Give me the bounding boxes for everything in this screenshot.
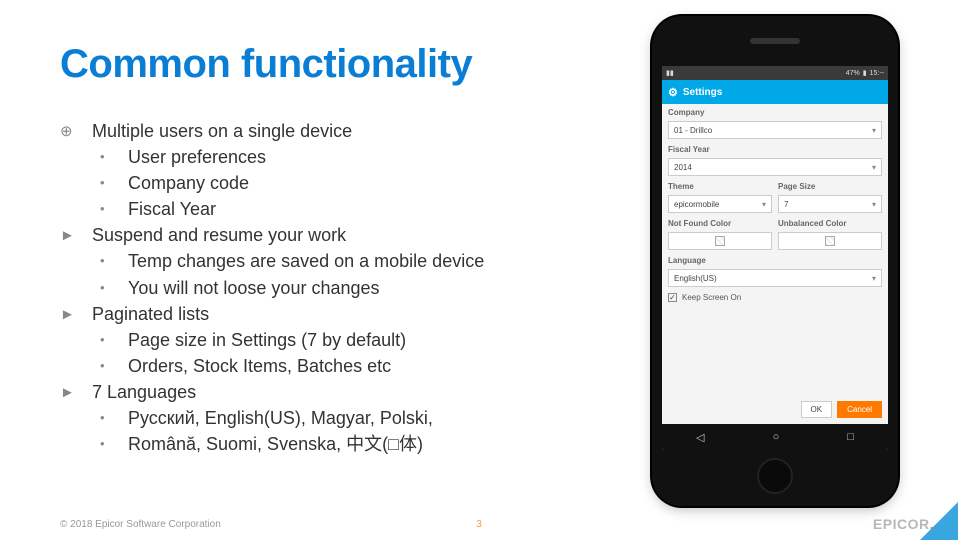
label-not-found-color: Not Found Color [668,215,772,230]
bullet-marker-triangle-icon: ► [60,379,92,404]
sub-bullet: •Page size in Settings (7 by default) [60,327,600,353]
phone-mockup: ▮▮ 47% ▮ 15:-- ⚙ Settings Company 01 - D… [652,16,898,506]
bullet-text: Paginated lists [92,301,600,327]
corner-accent [920,502,958,540]
page-number: 3 [476,519,482,530]
sub-bullet-text: User preferences [128,144,600,170]
sub-bullet: •Temp changes are saved on a mobile devi… [60,248,600,274]
label-unbalanced-color: Unbalanced Color [778,215,882,230]
sub-bullet-text: Română, Suomi, Svenska, 中文(□体) [128,431,600,457]
keep-screen-on-label: Keep Screen On [682,293,741,302]
android-nav-bar: ◁ ○ □ [662,424,888,450]
sub-bullet-text: Temp changes are saved on a mobile devic… [128,248,600,274]
chevron-down-icon: ▾ [872,163,876,172]
slide: Common functionality ⊕ Multiple users on… [0,0,958,540]
theme-value: epicormobile [674,200,719,209]
slide-footer: © 2018 Epicor Software Corporation 3 EPI… [0,508,958,540]
dot-icon: • [100,144,128,167]
dot-icon: • [100,353,128,376]
recent-icon[interactable]: □ [847,431,854,443]
button-row: OK Cancel [801,401,882,418]
sub-bullet-text: Company code [128,170,600,196]
sub-bullet-text: Page size in Settings (7 by default) [128,327,600,353]
dot-icon: • [100,327,128,350]
dot-icon: • [100,275,128,298]
unbalanced-color-picker[interactable] [778,232,882,250]
bullet-marker-triangle-icon: ► [60,301,92,326]
label-language: Language [662,252,888,267]
battery-icon: ▮ [863,69,867,77]
signal-icon: ▮▮ [666,69,674,77]
chevron-down-icon: ▾ [872,200,876,209]
chevron-down-icon: ▾ [762,200,766,209]
app-header-title: Settings [683,87,722,98]
phone-earpiece [750,38,800,44]
phone-home-button [757,458,793,494]
phone-home-area [652,456,898,496]
sub-bullet: •Română, Suomi, Svenska, 中文(□体) [60,431,600,457]
bullet-item: ► Suspend and resume your work [60,222,600,248]
fiscal-year-select[interactable]: 2014 ▾ [668,158,882,176]
page-title: Common functionality [60,42,472,87]
not-found-color-picker[interactable] [668,232,772,250]
sub-bullet: •You will not loose your changes [60,275,600,301]
copyright: © 2018 Epicor Software Corporation [60,519,221,530]
bullet-text: Multiple users on a single device [92,118,600,144]
sub-bullet: •Fiscal Year [60,196,600,222]
language-select[interactable]: English(US) ▾ [668,269,882,287]
dot-icon: • [100,431,128,454]
company-select[interactable]: 01 - Drillco ▾ [668,121,882,139]
label-page-size: Page Size [778,178,882,193]
chevron-down-icon: ▾ [872,126,876,135]
back-icon[interactable]: ◁ [696,431,704,444]
fiscal-year-value: 2014 [674,163,692,172]
label-theme: Theme [668,178,772,193]
status-bar-right: 47% ▮ 15:-- [846,69,884,77]
label-company: Company [662,104,888,119]
status-bar-left: ▮▮ [666,69,674,77]
home-icon[interactable]: ○ [773,431,780,443]
checkbox-icon: ✓ [668,293,677,302]
bullet-item: ► Paginated lists [60,301,600,327]
sub-bullet: •User preferences [60,144,600,170]
theme-select[interactable]: epicormobile ▾ [668,195,772,213]
dot-icon: • [100,196,128,219]
cancel-button[interactable]: Cancel [837,401,882,418]
bullet-text: 7 Languages [92,379,600,405]
dot-icon: • [100,170,128,193]
dot-icon: • [100,248,128,271]
ok-button[interactable]: OK [801,401,833,418]
page-size-value: 7 [784,200,788,209]
clock: 15:-- [870,70,884,77]
sub-bullet-text: Русский, English(US), Magyar, Polski, [128,405,600,431]
slide-content: ⊕ Multiple users on a single device •Use… [60,118,600,457]
sub-bullet-text: Fiscal Year [128,196,600,222]
color-swatch-icon [715,236,725,246]
page-size-select[interactable]: 7 ▾ [778,195,882,213]
battery-level: 47% [846,70,860,77]
dot-icon: • [100,405,128,428]
phone-screen: ▮▮ 47% ▮ 15:-- ⚙ Settings Company 01 - D… [662,66,888,450]
sub-bullet-text: You will not loose your changes [128,275,600,301]
bullet-marker-circle-plus-icon: ⊕ [60,118,92,143]
bullet-marker-triangle-icon: ► [60,222,92,247]
sub-bullet: •Company code [60,170,600,196]
app-header: ⚙ Settings [662,80,888,104]
bullet-text: Suspend and resume your work [92,222,600,248]
sub-bullet-text: Orders, Stock Items, Batches etc [128,353,600,379]
status-bar: ▮▮ 47% ▮ 15:-- [662,66,888,80]
language-value: English(US) [674,274,717,283]
sub-bullet: •Orders, Stock Items, Batches etc [60,353,600,379]
gear-icon: ⚙ [668,86,678,99]
sub-bullet: •Русский, English(US), Magyar, Polski, [60,405,600,431]
bullet-item: ⊕ Multiple users on a single device [60,118,600,144]
label-fiscal-year: Fiscal Year [662,141,888,156]
bullet-item: ► 7 Languages [60,379,600,405]
keep-screen-on-row[interactable]: ✓ Keep Screen On [668,293,882,302]
color-swatch-icon [825,236,835,246]
chevron-down-icon: ▾ [872,274,876,283]
company-value: 01 - Drillco [674,126,712,135]
